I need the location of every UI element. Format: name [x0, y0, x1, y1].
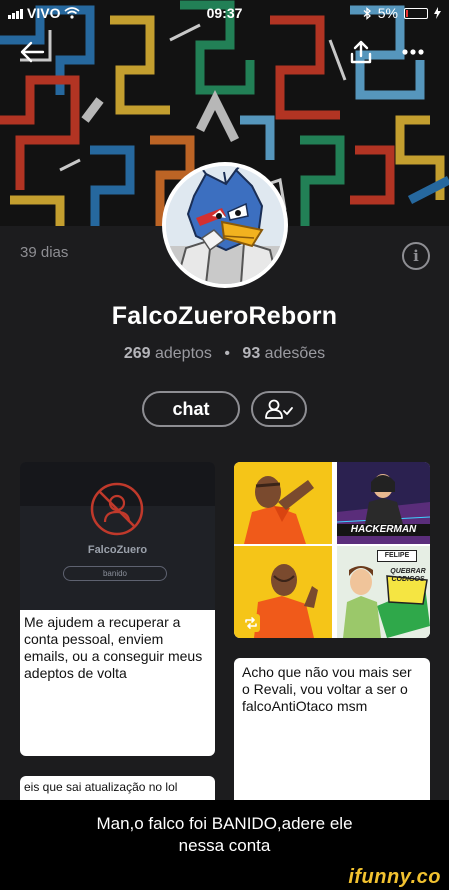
battery-percent: 5%: [377, 5, 398, 21]
avatar-image: [166, 166, 284, 284]
arrow-left-icon: [20, 41, 45, 63]
followers-label[interactable]: adeptos: [155, 345, 212, 362]
follow-button[interactable]: [251, 391, 307, 427]
info-icon: i: [413, 247, 419, 265]
banned-username: FalcoZuero: [87, 544, 148, 556]
meme-caption: Man,o falco foi BANIDO,adere ele nessa c…: [0, 800, 449, 868]
caption-line-1: Man,o falco foi BANIDO,adere ele: [96, 814, 353, 833]
post-text: Me ajudem a recuperar a conta pessoal, e…: [20, 610, 215, 756]
repost-icon: [242, 614, 260, 632]
status-bar: VIVO 09:37 5%: [0, 0, 449, 26]
charging-icon: [434, 7, 441, 19]
banned-avatar-icon: [90, 482, 144, 536]
profile-avatar[interactable]: [162, 162, 288, 288]
stats-separator: •: [224, 345, 230, 362]
meme-label-quebrar: QUEBRAR CODIGOS: [390, 568, 426, 583]
following-label[interactable]: adesões: [265, 345, 326, 362]
followers-count[interactable]: 269: [124, 345, 151, 362]
post-text: eis que sai atualização no lol: [24, 780, 178, 794]
meme-panel-drake-no: [234, 462, 332, 544]
meme-label-felipe: FELIPE: [377, 550, 417, 562]
ifunny-watermark: ifunny.co: [348, 866, 441, 888]
user-check-icon: [265, 399, 293, 419]
meme-panel-felipe: FELIPE QUEBRAR CODIGOS: [337, 546, 430, 638]
chat-button[interactable]: chat: [142, 391, 240, 427]
back-button[interactable]: [14, 36, 50, 68]
more-icon: [402, 49, 424, 55]
meme-panel-hackerman: HACKERMAN: [337, 462, 430, 544]
username: FalcoZueroReborn: [111, 302, 338, 330]
post-card[interactable]: HACKERMAN FELIPE QUEBRAR CODIGOS: [234, 462, 430, 638]
info-button[interactable]: i: [402, 242, 430, 270]
more-button[interactable]: [395, 36, 431, 68]
profile-stats: 269 adeptos • 93 adesões: [0, 345, 449, 363]
battery-icon: [404, 7, 428, 19]
share-button[interactable]: [343, 36, 379, 68]
meme-label-hackerman: HACKERMAN: [350, 524, 417, 535]
account-age: 39 dias: [20, 244, 69, 261]
caption-line-2: nessa conta: [178, 836, 271, 855]
post-text: Acho que não vou mais ser o Revali, vou …: [242, 664, 412, 714]
bluetooth-icon: [363, 6, 371, 20]
post-card[interactable]: FalcoZuero banido Me ajudem a recuperar …: [20, 462, 215, 756]
post-image: FalcoZuero banido: [20, 462, 215, 610]
following-count[interactable]: 93: [242, 345, 260, 362]
share-icon: [350, 40, 372, 64]
banned-badge: banido: [63, 566, 167, 581]
post-card[interactable]: Acho que não vou mais ser o Revali, vou …: [234, 658, 430, 808]
